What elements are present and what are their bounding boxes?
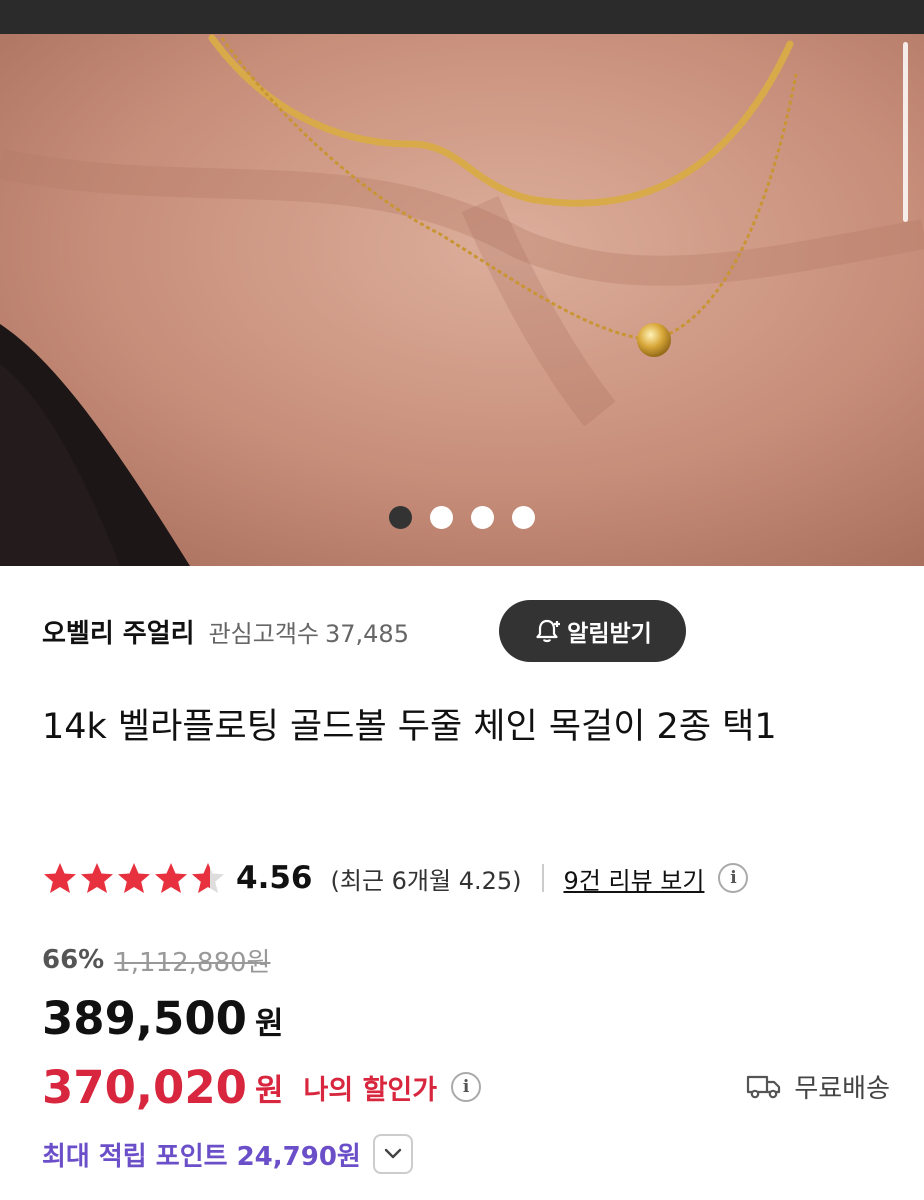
alarm-button-label: 알림받기	[567, 621, 652, 647]
bell-plus-icon	[536, 619, 561, 643]
truck-icon	[747, 1075, 781, 1099]
star-icon	[44, 863, 76, 893]
gallery-dot-1[interactable]	[389, 506, 412, 529]
info-icon[interactable]: i	[718, 863, 749, 893]
status-bar	[0, 0, 924, 34]
rating-row: 4.56 (최근 6개월 4.25) 9건 리뷰 보기 i	[42, 852, 749, 904]
alarm-subscribe-button[interactable]: 알림받기	[499, 600, 686, 662]
star-icon	[81, 863, 113, 893]
discount-row: 66% 1,112,880원	[42, 940, 270, 980]
original-price: 1,112,880원	[114, 947, 271, 978]
shipping-info: 무료배송	[746, 1066, 890, 1106]
max-points: 최대 적립 포인트 24,790원	[42, 1141, 361, 1172]
points-row: 최대 적립 포인트 24,790원	[42, 1132, 413, 1176]
store-name[interactable]: 오벨리 주얼리	[42, 613, 195, 650]
followers-label: 관심고객수	[208, 619, 319, 648]
product-image	[0, 34, 924, 566]
currency-unit: 원	[254, 1006, 284, 1042]
chevron-down-icon	[384, 1148, 402, 1159]
half-star-icon	[192, 863, 224, 893]
info-icon[interactable]: i	[451, 1072, 482, 1102]
product-image-gallery[interactable]	[0, 34, 924, 566]
star-icon	[155, 863, 187, 893]
shipping-label: 무료배송	[794, 1073, 890, 1104]
recent-rating: (최근 6개월 4.25)	[330, 866, 522, 895]
followers-count: 37,485	[324, 619, 409, 648]
gallery-dot-4[interactable]	[512, 506, 535, 529]
review-link[interactable]: 9건 리뷰 보기	[564, 861, 705, 896]
divider	[541, 864, 544, 892]
gallery-pagination	[0, 506, 924, 530]
price-row: 389,500 원	[42, 992, 284, 1052]
gallery-dot-3[interactable]	[471, 506, 494, 529]
my-discount-price: 370,020	[42, 1060, 247, 1114]
rating-score: 4.56	[236, 860, 313, 896]
star-icon	[118, 863, 150, 893]
store-info: 오벨리 주얼리 관심고객수 37,485	[42, 602, 409, 660]
my-price-label: 나의 할인가	[303, 1074, 438, 1106]
gallery-dot-2[interactable]	[430, 506, 453, 529]
discount-rate: 66%	[42, 945, 105, 975]
sale-price: 389,500	[42, 992, 247, 1045]
my-price-currency: 원	[254, 1072, 284, 1109]
scroll-indicator[interactable]	[903, 42, 908, 222]
product-title: 14k 벨라플로팅 골드볼 두줄 체인 목걸이 2종 택1	[42, 707, 777, 747]
my-price-row: 370,020 원 나의 할인가 i	[42, 1058, 482, 1116]
points-expand-button[interactable]	[372, 1134, 413, 1174]
followers: 관심고객수 37,485	[209, 614, 409, 649]
star-rating	[42, 861, 226, 895]
